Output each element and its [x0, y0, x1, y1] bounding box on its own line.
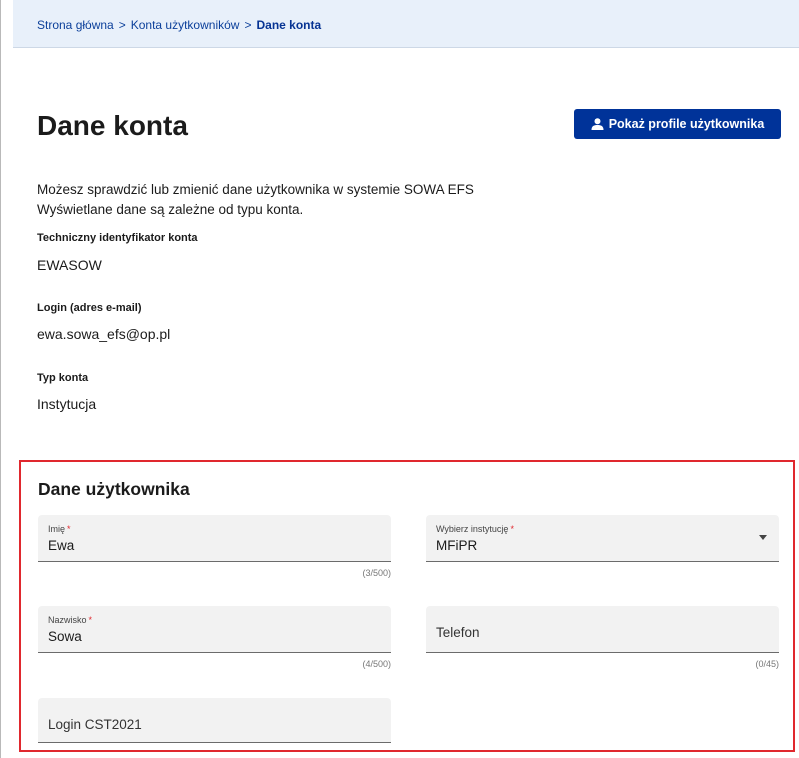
login-email-label: Login (adres e-mail) [37, 302, 142, 314]
last-name-value: Sowa [48, 629, 82, 644]
last-name-field[interactable]: Nazwisko * Sowa [38, 606, 391, 653]
last-name-counter: (4/500) [362, 659, 391, 669]
institution-select[interactable]: Wybierz instytucję * MFiPR [426, 515, 779, 562]
first-name-value: Ewa [48, 538, 75, 553]
required-marker: * [67, 524, 71, 534]
intro-line-1: Możesz sprawdzić lub zmienić dane użytko… [37, 182, 474, 197]
phone-field[interactable]: Telefon [426, 606, 779, 653]
show-profiles-label: Pokaż profile użytkownika [608, 117, 765, 131]
phone-label: Telefon [436, 625, 480, 640]
breadcrumb-item-current: Dane konta [256, 18, 322, 32]
breadcrumb: Strona główna > Konta użytkowników > Dane ko… [37, 18, 321, 32]
caret-down-icon[interactable] [759, 535, 767, 540]
breadcrumb-item-accounts[interactable]: Konta użytkowników [131, 18, 240, 32]
left-divider [0, 0, 1, 758]
login-email-value: ewa.sowa_efs@op.pl [37, 326, 171, 342]
institution-label: Wybierz instytucję * [436, 524, 514, 534]
institution-value: MFiPR [436, 538, 478, 553]
first-name-label: Imię * [48, 524, 71, 534]
required-marker: * [88, 615, 93, 625]
breadcrumb-separator: > [244, 18, 252, 32]
breadcrumb-separator: > [118, 18, 126, 32]
account-type-label: Typ konta [37, 372, 89, 384]
section-title: Dane użytkownika [38, 479, 190, 499]
technical-id-label: Techniczny identyfikator konta [37, 232, 198, 244]
phone-counter: (0/45) [755, 659, 779, 669]
last-name-label: Nazwisko * [48, 615, 93, 625]
first-name-counter: (3/500) [362, 568, 391, 578]
breadcrumb-item-home[interactable]: Strona główna [37, 18, 114, 32]
technical-id-value: EWASOW [37, 257, 102, 273]
first-name-field[interactable]: Imię * Ewa [38, 515, 391, 562]
intro-text: Możesz sprawdzić lub zmienić dane użytko… [37, 180, 474, 220]
login-cst-label: Login CST2021 [48, 717, 142, 732]
user-data-section: Dane użytkownika Imię * Ewa (3/500) Wybie… [19, 460, 795, 752]
required-marker: * [510, 524, 514, 534]
page-title: Dane konta [37, 110, 188, 141]
breadcrumb-bar: Strona główna > Konta użytkowników > Dane ko… [13, 0, 799, 48]
show-profiles-button[interactable]: Pokaż profile użytkownika [574, 109, 781, 139]
login-cst-field[interactable]: Login CST2021 [38, 698, 391, 743]
intro-line-2: Wyświetlane dane są zależne od typu kont… [37, 202, 304, 217]
account-type-value: Instytucja [37, 396, 97, 412]
person-icon [591, 118, 604, 130]
